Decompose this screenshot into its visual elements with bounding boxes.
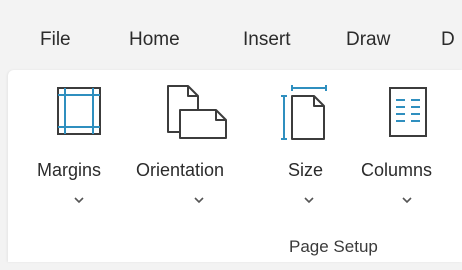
orientation-label: Orientation: [136, 160, 225, 180]
columns-chevron-down-icon[interactable]: [401, 196, 413, 204]
size-icon: [281, 85, 327, 140]
margins-icon: [57, 87, 101, 135]
margins-chevron-down-icon[interactable]: [73, 196, 85, 204]
size-label: Size: [288, 160, 324, 180]
columns-icon: [389, 87, 427, 137]
margins-label: Margins: [37, 160, 102, 180]
tab-draw[interactable]: Draw: [346, 29, 390, 51]
page-setup-group-label: Page Setup: [289, 237, 378, 256]
tab-insert[interactable]: Insert: [243, 29, 291, 51]
orientation-icon: [167, 85, 227, 139]
orientation-chevron-down-icon[interactable]: [193, 196, 205, 204]
tab-file[interactable]: File: [40, 29, 71, 51]
tab-home[interactable]: Home: [129, 29, 180, 51]
tab-design[interactable]: D: [441, 29, 455, 51]
size-chevron-down-icon[interactable]: [303, 196, 315, 204]
columns-label: Columns: [361, 160, 433, 180]
menu-bar: File Home Insert Draw D: [0, 0, 462, 72]
